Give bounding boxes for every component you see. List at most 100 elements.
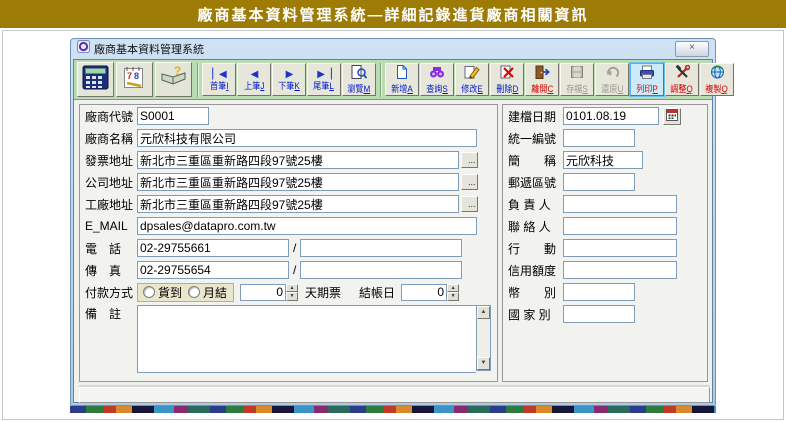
contact-label: 聯 絡 人 [508,218,563,235]
note-scrollbar[interactable]: ▲ ▼ [476,305,491,371]
undo-button[interactable]: 還原U [595,63,629,96]
company-address-input[interactable] [137,173,459,191]
new-document-icon [395,65,409,84]
first-record-button[interactable]: ▏◀ 首筆I [202,63,236,96]
window-titlebar[interactable]: 廠商基本資料管理系統 × [73,39,713,59]
phone-input[interactable] [137,239,289,257]
save-button[interactable]: 存檔S [560,63,594,96]
fax2-input[interactable] [300,261,462,279]
note-textarea[interactable] [137,305,476,373]
close-icon: × [689,42,695,53]
payment-radio-group: 貨到 月結 [137,283,234,302]
email-input[interactable] [137,217,477,235]
payment-label: 付款方式 [85,284,137,301]
help-book-icon: ? [160,65,187,94]
toolbar: 78 ? ▏◀ 首筆I ◀ 上筆J ▶ 下筆K ▶▕ [74,60,712,100]
factory-address-browse-button[interactable]: ... [461,196,478,212]
closing-spin-up-icon[interactable]: ▲ [447,284,459,293]
closing-spin-down-icon[interactable]: ▼ [447,292,459,301]
zip-input[interactable] [563,173,635,191]
closing-day-input[interactable] [401,284,447,301]
window-client-area: 78 ? ▏◀ 首筆I ◀ 上筆J ▶ 下筆K ▶▕ [73,59,713,403]
tax-id-label: 統一編號 [508,130,563,147]
days-input[interactable] [240,284,286,301]
country-input[interactable] [563,305,635,323]
calendar-button[interactable]: 78 [116,62,153,97]
short-name-row: 簡 稱 [503,149,707,171]
country-row: 國 家 別 [503,303,707,325]
short-name-input[interactable] [563,151,643,169]
next-record-icon: ▶ [286,68,293,81]
invoice-address-row: 發票地址 ... [80,149,497,171]
add-button[interactable]: 新增A [385,63,419,96]
mobile-input[interactable] [563,239,677,257]
days-spin-down-icon[interactable]: ▼ [286,292,298,301]
created-date-label: 建檔日期 [508,108,563,125]
currency-row: 幣 別 [503,281,707,303]
credit-label: 信用額度 [508,262,563,279]
invoice-address-input[interactable] [137,151,459,169]
scroll-down-icon[interactable]: ▼ [477,357,490,370]
next-record-button[interactable]: ▶ 下筆K [272,63,306,96]
tax-id-input[interactable] [563,129,635,147]
adjust-button[interactable]: 調整Q [665,63,699,96]
delete-button[interactable]: 刪除D [490,63,524,96]
date-picker-button[interactable] [663,108,681,125]
mobile-label: 行 動 [508,240,563,257]
payment-cod-radio[interactable] [143,286,155,298]
factory-address-row: 工廠地址 ... [80,193,497,215]
status-bar [79,387,710,403]
window-title: 廠商基本資料管理系統 [94,41,204,57]
printer-icon [639,65,655,84]
zip-row: 郵遞區號 [503,171,707,193]
browse-button[interactable]: 瀏覽M [342,63,376,96]
query-button[interactable]: 查詢S [420,63,454,96]
calculator-icon [82,65,109,95]
first-record-icon: ▏◀ [212,68,225,81]
company-address-browse-button[interactable]: ... [461,174,478,190]
edit-button[interactable]: 修改E [455,63,489,96]
app-window: 廠商基本資料管理系統 × 78 ? [70,38,716,406]
invoice-address-browse-button[interactable]: ... [461,152,478,168]
exit-door-icon [534,65,550,84]
save-floppy-icon [570,65,584,84]
owner-input[interactable] [563,195,677,213]
close-button[interactable]: × [675,41,709,57]
svg-text:7: 7 [127,71,132,81]
svg-text:8: 8 [134,71,139,81]
prev-record-button[interactable]: ◀ 上筆J [237,63,271,96]
note-label: 備 註 [85,305,137,322]
help-button[interactable]: ? [155,62,192,97]
print-button[interactable]: 列印P [630,63,664,96]
toolbar-separator [197,63,199,97]
fax-input[interactable] [137,261,289,279]
email-row: E_MAIL [80,215,497,237]
days-spinner: ▲ ▼ [240,284,298,301]
vendor-detail-panel: 建檔日期 統一編號 簡 稱 郵遞區號 負 責 [502,104,708,382]
fax-label: 傳 真 [85,262,137,279]
phone-row: 電 話 / [80,237,497,259]
factory-address-input[interactable] [137,195,459,213]
last-record-button[interactable]: ▶▕ 尾筆L [307,63,341,96]
toolbar-separator [380,63,382,97]
exit-button[interactable]: 離開C [525,63,559,96]
copy-button[interactable]: 複製Q [700,63,734,96]
currency-input[interactable] [563,283,635,301]
days-spin-up-icon[interactable]: ▲ [286,284,298,293]
contact-input[interactable] [563,217,677,235]
calendar-icon: 78 [122,65,147,95]
credit-input[interactable] [563,261,677,279]
vendor-code-label: 廠商代號 [85,108,137,125]
app-icon [77,40,90,58]
payment-monthly-radio[interactable] [188,286,200,298]
phone2-input[interactable] [300,239,462,257]
created-date-input[interactable] [563,107,659,125]
currency-label: 幣 別 [508,284,563,301]
vendor-name-input[interactable] [137,129,477,147]
scroll-up-icon[interactable]: ▲ [477,306,490,319]
delete-icon [499,65,515,84]
invoice-address-label: 發票地址 [85,152,137,169]
calculator-button[interactable] [77,62,114,97]
vendor-code-input[interactable] [137,107,209,125]
fax-separator: / [293,263,296,277]
